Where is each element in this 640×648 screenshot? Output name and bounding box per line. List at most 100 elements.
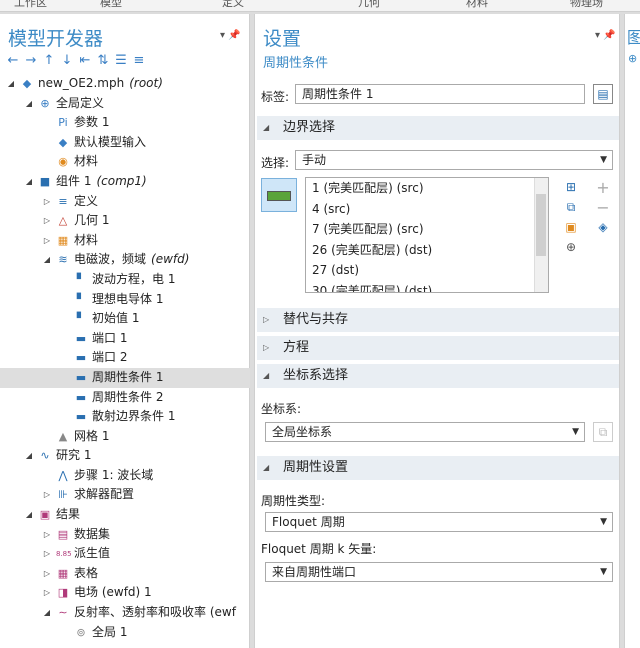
tree-item[interactable]: ▷ ⊪ 求解器配置 — [0, 485, 250, 505]
tree-toggle-icon[interactable]: ▷ — [42, 485, 52, 505]
tree-item[interactable]: ▲ 网格 1 — [0, 427, 250, 447]
boundary-list-item[interactable]: 4 (src) — [306, 199, 548, 220]
settings-pin-icon[interactable]: ▾ 📌 — [595, 30, 616, 41]
section-coordinate-system[interactable]: ◢ 坐标系选择 — [257, 364, 619, 388]
list-options-icon[interactable]: ≡ — [132, 53, 146, 68]
tree-item[interactable]: ▬ 周期性条件 1 — [0, 367, 250, 388]
expand-icon[interactable]: ⇅ — [96, 53, 110, 68]
ribbon-tab-geometry[interactable]: 几何 — [358, 0, 380, 10]
tree-toggle-icon[interactable]: ◢ — [42, 250, 52, 270]
clear-selection-icon[interactable]: ▣ — [563, 220, 579, 234]
label-input[interactable]: 周期性条件 1 — [295, 84, 585, 104]
tree-toggle-icon[interactable]: ▷ — [42, 525, 52, 545]
boundary-list[interactable]: 1 (完美匹配层) (src) 4 (src) 7 (完美匹配层) (src) 26 … — [305, 177, 549, 293]
right-panel-icon[interactable]: ⊕ — [628, 52, 637, 65]
tree-item[interactable]: ⊚ 全局 1 — [0, 623, 250, 643]
tree-toggle-icon[interactable]: ◢ — [6, 74, 16, 94]
tree-item[interactable]: ▷ ◨ 电场 (ewfd) 1 — [0, 583, 250, 603]
back-arrow-icon[interactable]: ← — [6, 53, 20, 68]
tree-item-label: 端口 1 — [92, 329, 127, 349]
tree-toggle-icon[interactable]: ▷ — [42, 192, 52, 212]
boundary-list-item[interactable]: 27 (dst) — [306, 260, 548, 281]
kvector-value: 来自周期性端口 — [272, 565, 357, 579]
section-coord-title: 坐标系选择 — [283, 368, 349, 383]
boundary-list-item[interactable]: 26 (完美匹配层) (dst) — [306, 240, 548, 261]
coord-dropdown[interactable]: 全局坐标系 ▼ — [265, 422, 585, 442]
tree-item[interactable]: ▷ ▦ 表格 — [0, 564, 250, 584]
section-periodic-settings[interactable]: ◢ 周期性设置 — [257, 456, 619, 480]
tree-item[interactable]: ⋀ 步骤 1: 波长域 — [0, 466, 250, 486]
go-to-source-icon[interactable]: ⧉ — [593, 422, 613, 442]
boundary-list-item[interactable]: 1 (完美匹配层) (src) — [306, 178, 548, 199]
tree-item-text: 端口 1 — [92, 330, 128, 345]
tree-item[interactable]: ▬ 周期性条件 2 — [0, 388, 250, 408]
boundary-list-item[interactable]: 30 (完美匹配层) (dst) — [306, 281, 548, 293]
ribbon-tab-materials[interactable]: 材料 — [466, 0, 488, 10]
tree-node-icon: ◉ — [58, 155, 68, 169]
selection-dropdown[interactable]: 手动 ▼ — [295, 150, 613, 170]
move-up-icon[interactable]: ↑ — [42, 53, 56, 68]
tree-item[interactable]: ▷ ▤ 数据集 — [0, 525, 250, 545]
tree-toggle-icon[interactable]: ▷ — [42, 231, 52, 251]
boundary-list-item[interactable]: 7 (完美匹配层) (src) — [306, 219, 548, 240]
tree-item[interactable]: ▬ 端口 2 — [0, 348, 250, 368]
tree-item[interactable]: ▘ 初始值 1 — [0, 309, 250, 329]
panel-menu-icon[interactable]: ▾ 📌 — [220, 30, 241, 41]
tree-item[interactable]: ▷ 8.85 派生值 — [0, 544, 250, 564]
tree-item[interactable]: ◢ ◆ new_OE2.mph (root) — [0, 74, 250, 94]
tree-item[interactable]: ◆ 默认模型输入 — [0, 133, 250, 153]
move-down-icon[interactable]: ↓ — [60, 53, 74, 68]
tree-item[interactable]: ▷ △ 几何 1 — [0, 211, 250, 231]
tree-toggle-icon[interactable]: ▷ — [42, 583, 52, 603]
section-override[interactable]: ▷ 替代与共存 — [257, 308, 619, 332]
paste-selection-icon[interactable]: ⊞ — [563, 180, 579, 194]
tree-item[interactable]: ▷ ≡ 定义 — [0, 192, 250, 212]
tree-toggle-icon[interactable]: ◢ — [42, 603, 52, 623]
tree-item[interactable]: Pi 参数 1 — [0, 113, 250, 133]
tree-toggle-icon[interactable]: ▷ — [42, 211, 52, 231]
add-icon[interactable]: + — [595, 178, 611, 197]
locate-icon[interactable]: ⊕ — [563, 240, 579, 254]
active-toggle-button[interactable] — [261, 178, 297, 212]
tree-toggle-icon[interactable]: ▷ — [42, 564, 52, 584]
forward-arrow-icon[interactable]: → — [24, 53, 38, 68]
tree-item[interactable]: ▬ 端口 1 — [0, 329, 250, 349]
section-equation[interactable]: ▷ 方程 — [257, 336, 619, 360]
ribbon-tab-workspace[interactable]: 工作区 — [14, 0, 47, 10]
ribbon-tab-model[interactable]: 模型 — [100, 0, 122, 10]
show-icon[interactable]: ⇤ — [78, 53, 92, 68]
tree-item[interactable]: ▬ 散射边界条件 1 — [0, 407, 250, 427]
chevron-down-icon: ▼ — [600, 155, 607, 165]
tree-item[interactable]: ◢ ∿ 研究 1 — [0, 446, 250, 466]
tree-toggle-icon[interactable]: ◢ — [24, 505, 34, 525]
tree-node-icon: ▘ — [76, 292, 86, 306]
zoom-to-selection-icon[interactable]: ◈ — [595, 220, 611, 234]
tree-toggle-icon[interactable]: ◢ — [24, 446, 34, 466]
section-boundary-selection[interactable]: ◢ 边界选择 — [257, 116, 619, 140]
tree-item[interactable]: ◢ ∼ 反射率、透射率和吸收率 (ewf — [0, 603, 250, 623]
section-expanded-icon: ◢ — [263, 123, 270, 132]
scrollbar-thumb[interactable] — [536, 194, 546, 256]
tree-item[interactable]: ◢ ■ 组件 1 (comp1) — [0, 172, 250, 192]
kvector-dropdown[interactable]: 来自周期性端口 ▼ — [265, 562, 613, 582]
tree-item[interactable]: ◉ 材料 — [0, 152, 250, 172]
ribbon-tab-physics[interactable]: 物理场 — [570, 0, 603, 10]
tree-toggle-icon[interactable]: ▷ — [42, 544, 52, 564]
ribbon-tab-definitions[interactable]: 定义 — [222, 0, 244, 10]
tree-toggle-icon[interactable]: ◢ — [24, 94, 34, 114]
tree-item[interactable]: ▘ 理想电导体 1 — [0, 290, 250, 310]
collapse-icon[interactable]: ☰ — [114, 53, 128, 68]
label-editor-icon[interactable]: ▤ — [593, 84, 613, 104]
remove-icon[interactable]: − — [595, 198, 611, 217]
copy-icon[interactable]: ⧉ — [563, 200, 579, 215]
tree-toggle-icon[interactable]: ◢ — [24, 172, 34, 192]
tree-item[interactable]: ◢ ≋ 电磁波，频域 (ewfd) — [0, 250, 250, 270]
periodic-type-dropdown[interactable]: Floquet 周期 ▼ — [265, 512, 613, 532]
list-scrollbar[interactable] — [534, 178, 548, 292]
tree-item[interactable]: ▷ ▦ 材料 — [0, 231, 250, 251]
model-builder-panel: 模型开发器 ▾ 📌 ← → ↑ ↓ ⇤ ⇅ ☰ ≡ ◢ ◆ new_OE2.mph (… — [0, 14, 250, 648]
tree-item[interactable]: ◢ ▣ 结果 — [0, 505, 250, 525]
tree-item[interactable]: ▘ 波动方程，电 1 — [0, 270, 250, 290]
tree-item[interactable]: ◢ ⊕ 全局定义 — [0, 94, 250, 114]
tree-item-text: new_OE2.mph — [38, 76, 125, 90]
